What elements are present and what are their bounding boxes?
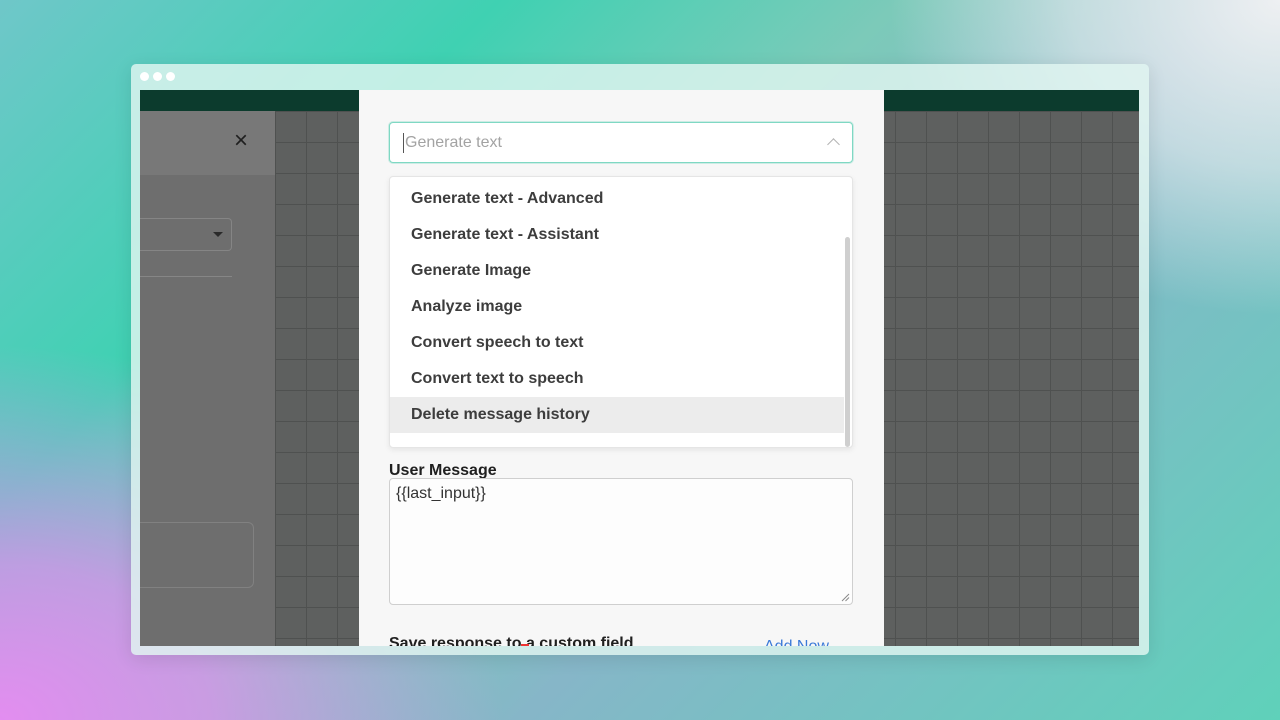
dropdown-option[interactable]: Generate text - Advanced bbox=[390, 181, 844, 217]
text-caret bbox=[403, 133, 404, 153]
left-side-panel: × bbox=[140, 111, 275, 646]
left-panel-box[interactable] bbox=[140, 522, 254, 588]
dropdown-option[interactable]: Generate text - Assistant bbox=[390, 217, 844, 253]
user-message-value: {{last_input}} bbox=[396, 485, 486, 502]
chevron-up-icon[interactable] bbox=[827, 138, 840, 151]
add-now-link[interactable]: Add Now bbox=[764, 638, 829, 646]
dropdown-scrollbar[interactable] bbox=[845, 237, 850, 447]
window-controls bbox=[140, 72, 175, 81]
resize-grip-icon[interactable] bbox=[841, 593, 850, 602]
caret-down-icon bbox=[213, 232, 223, 237]
close-icon[interactable]: × bbox=[232, 129, 250, 153]
app-viewport: × Generate text Generate text - Advanced… bbox=[140, 90, 1139, 646]
red-annotation-mark bbox=[521, 644, 529, 646]
action-type-select[interactable]: Generate text bbox=[389, 122, 853, 163]
dropdown-option[interactable]: Convert text to speech bbox=[390, 361, 844, 397]
action-modal: Generate text Generate text - Advanced G… bbox=[359, 90, 884, 646]
window-dot[interactable] bbox=[166, 72, 175, 81]
dropdown-option[interactable]: Analyze image bbox=[390, 289, 844, 325]
dropdown-option-hovered[interactable]: Delete message history bbox=[390, 397, 844, 433]
save-response-label: Save response to a custom field bbox=[389, 635, 634, 646]
divider bbox=[140, 276, 232, 277]
dropdown-option[interactable]: Generate Image bbox=[390, 253, 844, 289]
action-dropdown-menu: Generate text - Advanced Generate text -… bbox=[389, 176, 853, 448]
user-message-textarea[interactable]: {{last_input}} bbox=[389, 478, 853, 605]
browser-window: × Generate text Generate text - Advanced… bbox=[131, 64, 1149, 655]
left-panel-header: × bbox=[140, 111, 275, 175]
left-panel-select[interactable] bbox=[140, 218, 232, 251]
select-placeholder: Generate text bbox=[405, 134, 502, 151]
window-dot[interactable] bbox=[140, 72, 149, 81]
dropdown-option[interactable]: Convert speech to text bbox=[390, 325, 844, 361]
window-dot[interactable] bbox=[153, 72, 162, 81]
